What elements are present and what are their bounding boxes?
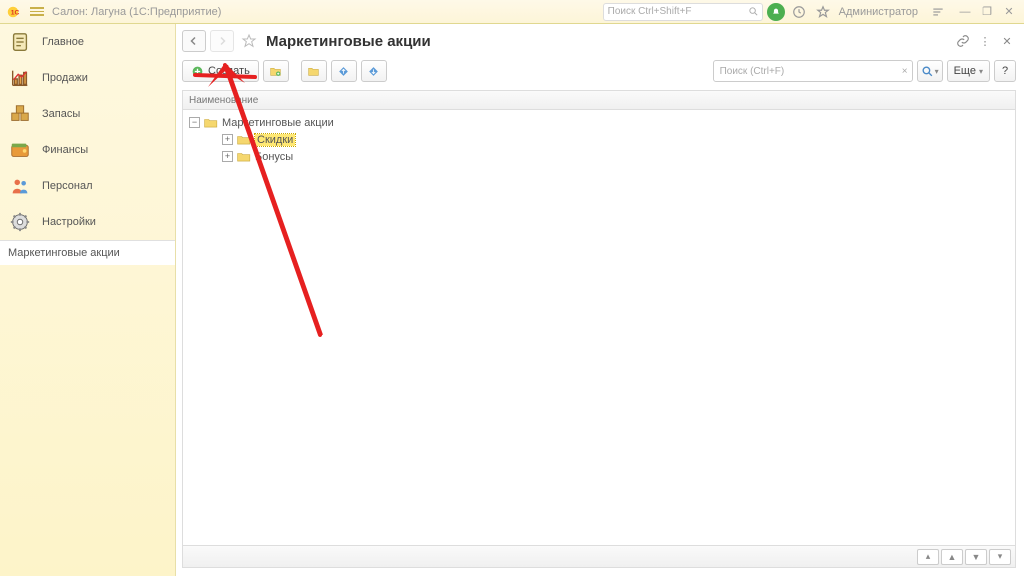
scroll-up-button[interactable]: ▲: [941, 549, 963, 565]
create-label: Создать: [208, 65, 250, 77]
clipboard-icon: [8, 30, 32, 54]
sidebar-item-label: Настройки: [42, 216, 96, 228]
menu-icon[interactable]: [30, 5, 44, 19]
more-icon[interactable]: ⋮: [976, 32, 994, 50]
scroll-down-button[interactable]: ▼: [965, 549, 987, 565]
content-area: Маркетинговые акции ⋮ ✕ Создать: [176, 24, 1024, 576]
tree-root-label: Маркетинговые акции: [222, 117, 334, 129]
folder-icon: [307, 65, 320, 78]
folder-yellow-button[interactable]: [301, 60, 327, 82]
search-icon: [921, 65, 934, 78]
more-label: Еще: [954, 65, 976, 77]
move-up-button[interactable]: [331, 60, 357, 82]
folder-icon: [204, 117, 218, 129]
create-group-button[interactable]: [263, 60, 289, 82]
sidebar-item-settings[interactable]: Настройки: [0, 204, 175, 240]
sidebar-item-stock[interactable]: Запасы: [0, 96, 175, 132]
tree-child-row[interactable]: + + Бонусы: [183, 148, 1015, 165]
folder-icon: [237, 151, 251, 163]
close-button[interactable]: ✕: [1000, 3, 1018, 21]
people-icon: [8, 174, 32, 198]
sidebar-item-finance[interactable]: Финансы: [0, 132, 175, 168]
logo-1c: 1С: [6, 3, 26, 21]
search-input[interactable]: Поиск (Ctrl+F) ×: [713, 60, 913, 82]
scroll-bottom-button[interactable]: ▾: [989, 549, 1011, 565]
expand-icon[interactable]: +: [222, 134, 233, 145]
user-label[interactable]: Администратор: [839, 6, 918, 18]
page-header: Маркетинговые акции ⋮ ✕: [182, 28, 1016, 54]
wallet-icon: [8, 138, 32, 162]
options-icon[interactable]: [928, 2, 948, 22]
folder-plus-icon: [269, 65, 282, 78]
boxes-icon: [8, 102, 32, 126]
more-button[interactable]: Еще ▾: [947, 60, 990, 82]
chart-icon: [8, 66, 32, 90]
global-search-placeholder: Поиск Ctrl+Shift+F: [608, 6, 692, 17]
help-label: ?: [1002, 65, 1008, 77]
expand-icon[interactable]: +: [222, 151, 233, 162]
close-tab-icon[interactable]: ✕: [998, 32, 1016, 50]
notification-badge[interactable]: [767, 3, 785, 21]
sidebar-item-label: Главное: [42, 36, 84, 48]
sidebar-item-label: Продажи: [42, 72, 88, 84]
toolbar: Создать Поиск (Ctrl+F) × ▾: [182, 58, 1016, 84]
tree-view: − Маркетинговые акции + + Скидки + + Бон…: [182, 110, 1016, 546]
topbar: 1С Салон: Лагуна (1С:Предприятие) Поиск …: [0, 0, 1024, 24]
column-header-name: Наименование: [189, 95, 258, 106]
tree-child-row[interactable]: + + Скидки: [183, 131, 1015, 148]
create-button[interactable]: Создать: [182, 60, 259, 82]
sidebar-item-label: Персонал: [42, 180, 93, 192]
star-icon[interactable]: [240, 32, 258, 50]
maximize-button[interactable]: ❐: [978, 3, 996, 21]
tree-root-row[interactable]: − Маркетинговые акции: [183, 114, 1015, 131]
search-icon: [748, 6, 759, 17]
app-title: Салон: Лагуна (1С:Предприятие): [52, 6, 221, 18]
minimize-button[interactable]: —: [956, 3, 974, 21]
move-down-button[interactable]: [361, 60, 387, 82]
page-title: Маркетинговые акции: [266, 33, 431, 50]
bell-icon: [771, 7, 781, 17]
scroll-top-button[interactable]: ▴: [917, 549, 939, 565]
favorite-icon[interactable]: [813, 2, 833, 22]
gear-icon: [8, 210, 32, 234]
help-button[interactable]: ?: [994, 60, 1016, 82]
collapse-icon[interactable]: −: [189, 117, 200, 128]
diamond-up-icon: [337, 65, 350, 78]
forward-button[interactable]: [210, 30, 234, 52]
sidebar: Главное Продажи Запасы Финансы Персонал: [0, 24, 176, 576]
search-button[interactable]: ▾: [917, 60, 943, 82]
grid-footer: ▴ ▲ ▼ ▾: [182, 546, 1016, 568]
sidebar-item-label: Финансы: [42, 144, 88, 156]
grid-header[interactable]: Наименование: [182, 90, 1016, 110]
plus-icon: [191, 65, 204, 78]
folder-icon: [237, 134, 251, 146]
global-search[interactable]: Поиск Ctrl+Shift+F: [603, 3, 763, 21]
sidebar-item-sales[interactable]: Продажи: [0, 60, 175, 96]
clear-search-icon[interactable]: ×: [902, 66, 908, 77]
window-controls: — ❐ ✕: [956, 3, 1018, 21]
sidebar-item-main[interactable]: Главное: [0, 24, 175, 60]
sidebar-item-label: Запасы: [42, 108, 80, 120]
tree-child-label: Скидки: [255, 134, 295, 146]
svg-text:1С: 1С: [11, 9, 20, 16]
sidebar-item-staff[interactable]: Персонал: [0, 168, 175, 204]
search-placeholder: Поиск (Ctrl+F): [720, 66, 785, 77]
link-icon[interactable]: [954, 32, 972, 50]
tree-child-label: Бонусы: [255, 151, 293, 163]
back-button[interactable]: [182, 30, 206, 52]
history-icon[interactable]: [789, 2, 809, 22]
diamond-down-icon: [367, 65, 380, 78]
sidebar-subnav[interactable]: Маркетинговые акции: [0, 240, 175, 265]
